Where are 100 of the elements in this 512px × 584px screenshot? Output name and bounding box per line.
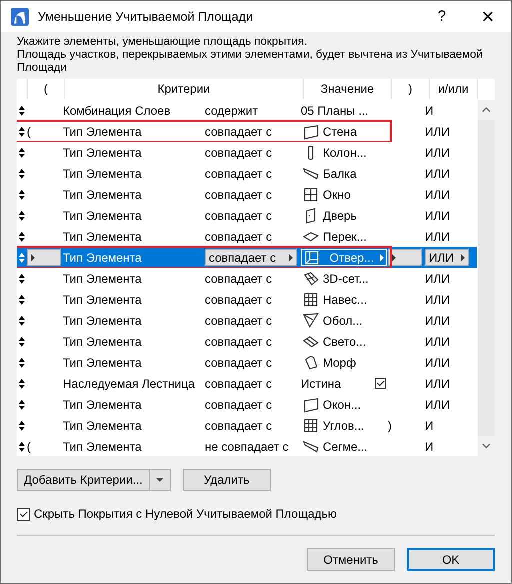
beam-icon xyxy=(303,438,319,454)
beam-icon xyxy=(303,166,319,182)
sort-handle-icon[interactable] xyxy=(19,232,25,242)
sort-handle-icon[interactable] xyxy=(19,106,25,116)
sort-handle-icon[interactable] xyxy=(19,442,25,452)
sort-handle-icon[interactable] xyxy=(19,400,25,410)
logic-text: И xyxy=(425,418,434,432)
logic-text: ИЛИ xyxy=(425,166,450,180)
scrollbar[interactable] xyxy=(478,100,495,456)
add-criteria-button[interactable]: Добавить Критерии... xyxy=(17,469,149,491)
scroll-up-icon[interactable] xyxy=(482,107,491,113)
sort-handle-icon[interactable] xyxy=(19,190,25,200)
delete-button[interactable]: Удалить xyxy=(182,469,271,491)
logic-text: ИЛИ xyxy=(425,314,450,328)
value-text: Окно xyxy=(323,188,351,202)
operator-text: совпадает с xyxy=(205,356,272,370)
sort-handle-icon[interactable] xyxy=(19,378,25,388)
criterion-text: Тип Элемента xyxy=(63,356,142,370)
criterion-text: Тип Элемента xyxy=(63,250,142,264)
operator-text: совпадает с xyxy=(205,376,272,390)
column-header: и/или xyxy=(430,79,478,99)
shell-icon xyxy=(303,312,319,328)
window-icon xyxy=(303,186,319,202)
value-text: Морф xyxy=(323,356,356,370)
value-text: Колон... xyxy=(323,146,367,160)
operator-text: совпадает с xyxy=(205,418,272,432)
paren-dropdown[interactable] xyxy=(27,249,61,266)
logic-text: ИЛИ xyxy=(425,272,450,286)
operator-text: совпадает с xyxy=(205,334,272,348)
operator-dropdown[interactable]: совпадает с xyxy=(205,249,297,266)
column-header: Критерии xyxy=(65,79,304,99)
value-checkbox[interactable] xyxy=(375,378,386,389)
opening-icon xyxy=(304,250,320,266)
ok-button[interactable]: OK xyxy=(407,548,495,571)
logic-text: ИЛИ xyxy=(425,398,450,412)
value-text: Обол... xyxy=(323,314,363,328)
logic-text: ИЛИ xyxy=(425,334,450,348)
value-text: Навес... xyxy=(323,292,368,306)
criterion-text: Тип Элемента xyxy=(63,124,142,138)
operator-text: содержит xyxy=(205,104,258,118)
sort-handle-icon[interactable] xyxy=(19,252,25,262)
criterion-text: Тип Элемента xyxy=(63,272,142,286)
grid-icon xyxy=(303,292,319,308)
sort-handle-icon[interactable] xyxy=(19,316,25,326)
value-dropdown[interactable]: Отвер... xyxy=(301,249,387,266)
sort-handle-icon[interactable] xyxy=(19,126,25,136)
criterion-text: Комбинация Слоев xyxy=(63,104,171,118)
instruction-text: Укажите элементы, уменьшающие площадь покрытия. xyxy=(17,36,308,49)
sort-handle-icon[interactable] xyxy=(19,336,25,346)
paren-text: ( xyxy=(27,124,31,138)
grid-icon xyxy=(303,418,319,434)
close-button[interactable]: × xyxy=(465,1,511,32)
skylight-icon xyxy=(303,334,319,350)
cancel-button[interactable]: Отменить xyxy=(307,548,395,571)
sort-handle-icon[interactable] xyxy=(19,210,25,220)
logic-text: ИЛИ xyxy=(425,208,450,222)
logic-text: ИЛИ xyxy=(425,230,450,244)
value-text: Дверь xyxy=(323,208,357,222)
window-title: Уменьшение Учитываемой Площади xyxy=(38,10,254,24)
criterion-text: Тип Элемента xyxy=(63,146,142,160)
operator-text: совпадает с xyxy=(205,272,272,286)
sort-handle-icon[interactable] xyxy=(19,168,25,178)
value-text: Углов... xyxy=(323,418,364,432)
operator-text: совпадает с xyxy=(205,124,272,138)
criterion-text: Тип Элемента xyxy=(63,334,142,348)
value-text: 05 Планы ... xyxy=(301,104,369,118)
operator-text: совпадает с xyxy=(205,146,272,160)
column-header: Значение xyxy=(304,79,392,99)
checkbox[interactable] xyxy=(17,508,30,520)
value-text: Балка xyxy=(323,166,357,180)
logic-text: ИЛИ xyxy=(425,188,450,202)
logic-text: ИЛИ xyxy=(425,292,450,306)
operator-text: совпадает с xyxy=(205,230,272,244)
logic-text: И xyxy=(425,104,434,118)
help-button[interactable]: ? xyxy=(419,1,465,32)
sort-handle-icon[interactable] xyxy=(19,274,25,284)
criterion-text: Тип Элемента xyxy=(63,230,142,244)
sort-handle-icon[interactable] xyxy=(19,358,25,368)
value-text: 3D-сет... xyxy=(323,272,369,286)
logic-text: ИЛИ xyxy=(425,146,450,160)
sort-handle-icon[interactable] xyxy=(19,148,25,158)
criteria-row[interactable]: Тип Элемента совпадает с Отвер... ИЛИ xyxy=(17,247,477,268)
column-header: ( xyxy=(28,79,65,99)
logic-text: И xyxy=(425,440,434,454)
wall-icon xyxy=(303,396,319,412)
wall-icon xyxy=(303,124,319,140)
criterion-text: Тип Элемента xyxy=(63,398,142,412)
column-header: ) xyxy=(392,79,430,99)
paren-text: ) xyxy=(388,418,392,432)
morph-icon xyxy=(303,354,319,370)
criterion-text: Тип Элемента xyxy=(63,166,142,180)
scroll-down-icon[interactable] xyxy=(482,443,491,449)
logic-dropdown[interactable]: ИЛИ xyxy=(425,249,469,266)
instruction-text: Площадь участков, перекрываемых этими элементами, будет вычтена из Учитываемой xyxy=(17,49,484,62)
value-text: Стена xyxy=(323,124,358,138)
dropdown-button[interactable] xyxy=(148,469,171,491)
operator-text: совпадает с xyxy=(205,188,272,202)
sort-handle-icon[interactable] xyxy=(19,420,25,430)
paren-dropdown[interactable] xyxy=(388,249,422,266)
sort-handle-icon[interactable] xyxy=(19,294,25,304)
